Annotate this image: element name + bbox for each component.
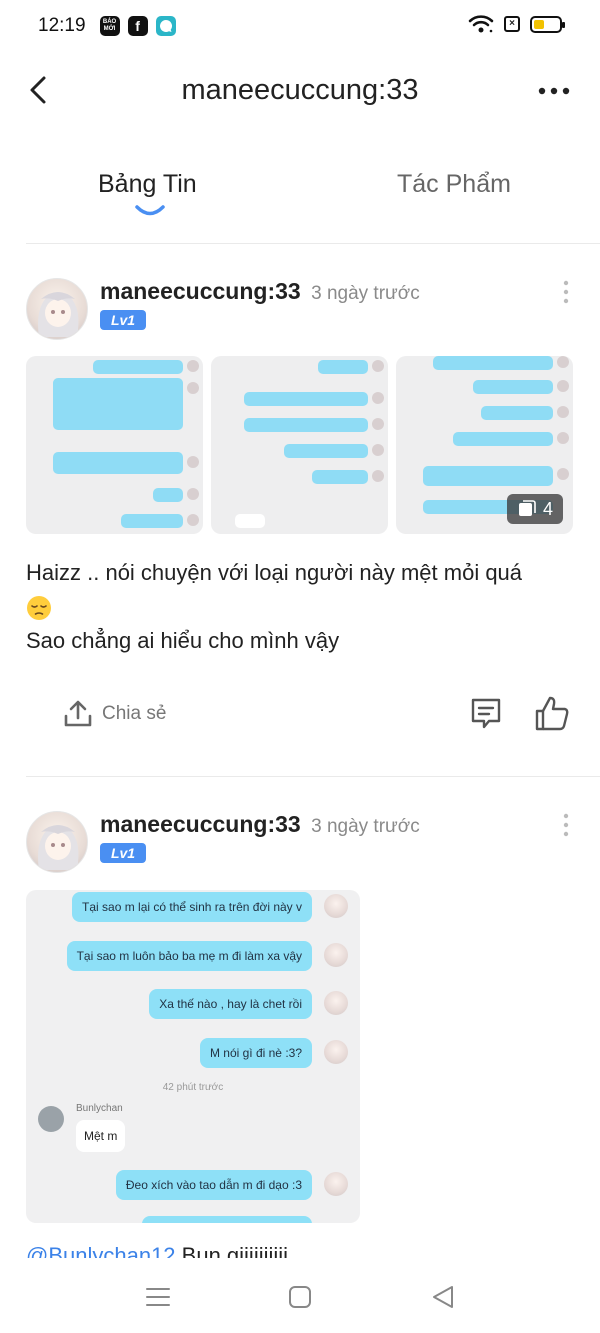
share-label: Chia sẻ [102, 703, 167, 724]
home-button[interactable] [285, 1282, 315, 1312]
post-menu-button[interactable] [556, 811, 576, 839]
chat-message: Tại sao m lại có thể sinh ra trên đời nà… [26, 892, 360, 926]
post-image-3[interactable]: 4 [396, 356, 573, 534]
chat-avatar [324, 1172, 348, 1196]
avatar[interactable] [26, 811, 88, 873]
post-image-2[interactable] [211, 356, 388, 534]
divider [26, 776, 600, 777]
post-text-line: Sao chẳng ai hiểu cho mình vậy [26, 628, 340, 653]
avatar[interactable] [26, 278, 88, 340]
post-time: 3 ngày trước [311, 816, 420, 837]
comment-button[interactable] [468, 696, 504, 732]
post-time: 3 ngày trước [311, 283, 420, 304]
facebook-app-icon: f [127, 16, 148, 36]
chat-time-divider: 42 phút trước [162, 1082, 224, 1093]
post-menu-button[interactable] [556, 278, 576, 306]
wifi-icon [468, 15, 494, 33]
chat-avatar [324, 894, 348, 918]
post-actions: Chia sẻ [26, 694, 576, 736]
no-sim-icon: × [504, 16, 520, 32]
post-image-gallery: 4 [26, 356, 574, 534]
share-button[interactable]: Chia sẻ [62, 694, 166, 734]
back-nav-button[interactable] [428, 1282, 458, 1312]
image-count: 4 [542, 498, 553, 519]
post-header: maneecuccung:33 3 ngày trước Lv1 [26, 278, 586, 348]
post-author[interactable]: maneecuccung:33 3 ngày trước [100, 278, 420, 305]
more-options-button[interactable] [536, 76, 572, 106]
post-text-line: Bun giiiiiiiiii [175, 1243, 289, 1258]
post-image-chat-screenshot[interactable]: Tại sao m lại có thể sinh ra trên đời nà… [26, 890, 360, 1223]
chat-bubble: Đeo xích vào tao dẫn m đi dạo :3 [115, 1170, 312, 1200]
system-navigation-bar [0, 1258, 600, 1333]
tab-bang-tin[interactable]: Bảng Tin [98, 170, 197, 199]
baomoi-app-icon: BÁO MỚI [99, 16, 120, 36]
status-bar: 12:19 BÁO MỚI f × [0, 0, 600, 52]
top-nav: maneecuccung:33 [0, 58, 600, 124]
author-name: maneecuccung:33 [100, 278, 301, 304]
share-icon [64, 700, 92, 727]
chat-avatar [324, 991, 348, 1015]
page-title: maneecuccung:33 [181, 74, 419, 106]
status-time: 12:19 [38, 15, 86, 36]
chat-bubble: Tại sao m luôn bảo ba mẹ m đi làm xa vậy [66, 941, 312, 971]
like-button[interactable] [532, 694, 572, 734]
chat-message: M nói gì đi nè :3? [26, 1038, 360, 1072]
chat-message: Xa thế nào , hay là chet rồi [26, 989, 360, 1023]
post-emoji [26, 590, 576, 624]
post-header: maneecuccung:33 3 ngày trước Lv1 [26, 811, 586, 881]
chat-bubble: Xa thế nào , hay là chet rồi [149, 989, 312, 1019]
chat-message: Tại sao m luôn bảo ba mẹ m đi làm xa vậy [26, 941, 360, 975]
chat-bubble: M nói gì đi nè :3? [199, 1038, 312, 1068]
chat-bubble-partial [142, 1216, 312, 1223]
multi-image-icon [518, 500, 536, 516]
chat-avatar-other [38, 1106, 64, 1132]
image-count-badge: 4 [507, 494, 563, 524]
post-image-1[interactable] [26, 356, 203, 534]
post-text-line: Haizz .. nói chuyện với loại người này m… [26, 560, 523, 585]
chat-bubble-other: Mệt m [76, 1120, 126, 1152]
level-badge: Lv1 [100, 310, 146, 330]
post-author[interactable]: maneecuccung:33 3 ngày trước [100, 811, 420, 838]
author-name: maneecuccung:33 [100, 811, 301, 837]
level-badge: Lv1 [100, 843, 146, 863]
profile-tabs: Bảng Tin Tác Phẩm [0, 160, 600, 230]
chat-avatar [324, 1040, 348, 1064]
tab-tac-pham[interactable]: Tác Phẩm [397, 170, 511, 199]
user-mention-link[interactable]: @Bunlychan12 [26, 1243, 176, 1258]
chat-message: Đeo xích vào tao dẫn m đi dạo :3 [26, 1170, 360, 1204]
divider [26, 243, 600, 244]
post-content[interactable]: Haizz .. nói chuyện với loại người này m… [26, 556, 576, 658]
battery-icon [530, 15, 565, 33]
messenger-app-icon [155, 16, 176, 36]
chat-other-name: Bunlychan [76, 1103, 123, 1114]
post-content[interactable]: @Bunlychan12 Bun giiiiiiiiii [26, 1238, 576, 1258]
menu-button[interactable] [143, 1282, 173, 1312]
pensive-face-icon [27, 596, 51, 621]
chat-bubble: Tại sao m lại có thể sinh ra trên đời nà… [72, 892, 312, 922]
status-right-group: × [468, 14, 565, 34]
active-tab-indicator [135, 205, 165, 216]
chat-avatar [324, 943, 348, 967]
